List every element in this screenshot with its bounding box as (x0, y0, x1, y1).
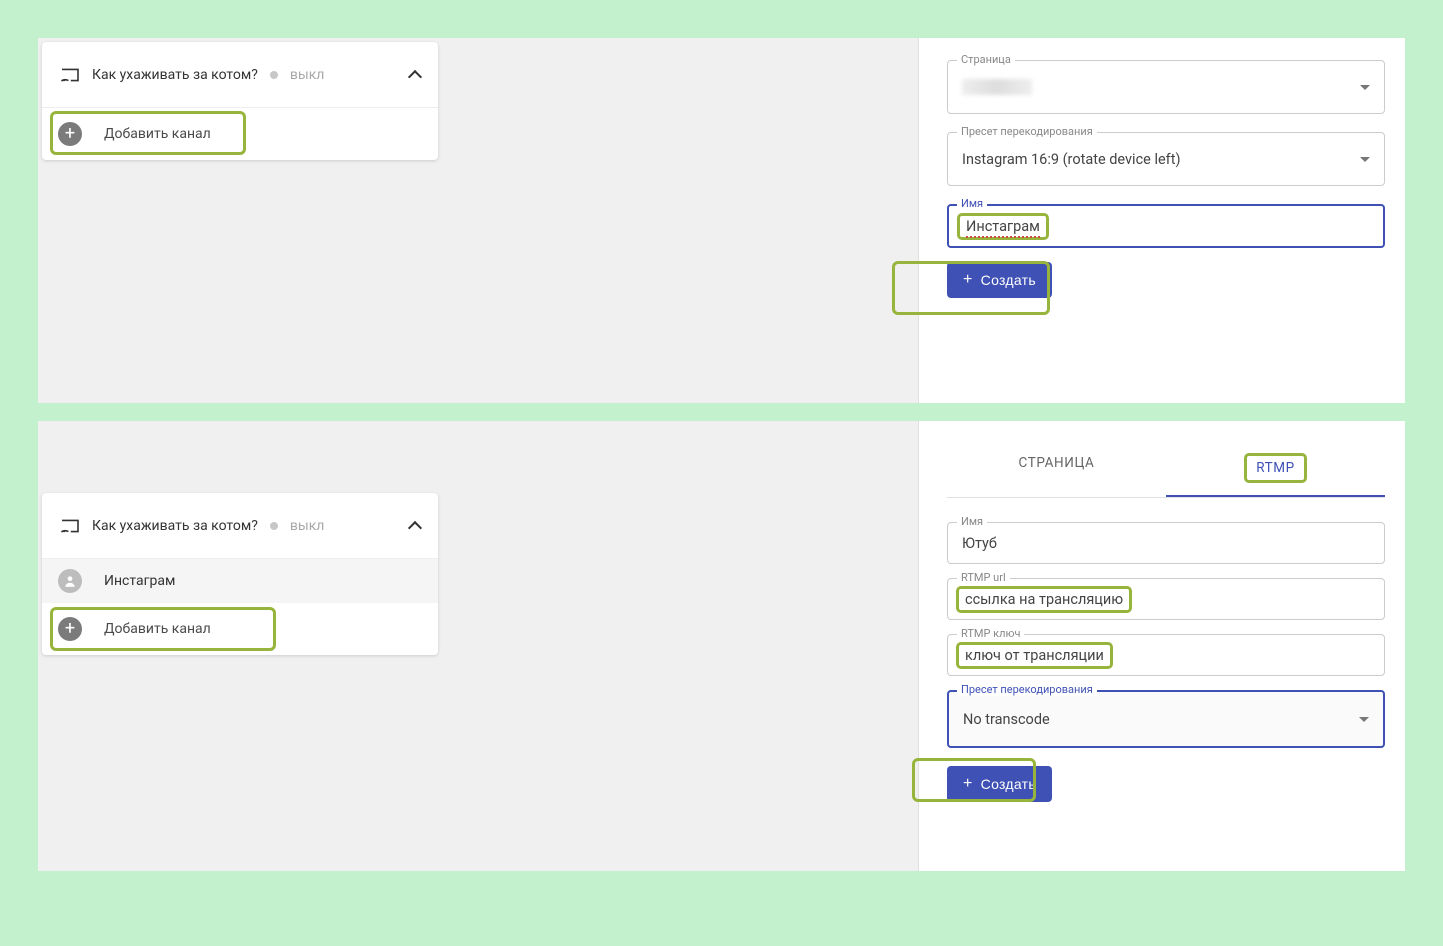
rtmp-key-highlight: ключ от трансляции (956, 642, 1113, 669)
name-input-label: Имя (957, 197, 987, 210)
status-text: выкл (290, 67, 398, 83)
preset-select-value: No transcode (963, 711, 1050, 728)
tab-rtmp[interactable]: RTMP (1166, 443, 1385, 497)
page-select-label: Страница (957, 53, 1015, 66)
name-input-label: Имя (957, 515, 987, 528)
preset-select[interactable]: Пресет перекодирования No transcode (947, 690, 1385, 748)
plus-icon: + (963, 272, 973, 288)
page-select[interactable]: Страница (947, 60, 1385, 114)
chevron-up-icon[interactable] (408, 520, 422, 534)
avatar-icon (58, 569, 82, 593)
rtmp-url-highlight: ссылка на трансляцию (956, 586, 1132, 613)
caret-down-icon (1360, 85, 1370, 90)
create-button[interactable]: + Создать (947, 262, 1052, 298)
plus-icon: + (58, 617, 82, 641)
add-channel-button[interactable]: + Добавить канал (42, 108, 438, 160)
preset-select-value: Instagram 16:9 (rotate device left) (962, 151, 1181, 168)
tab-page[interactable]: СТРАНИЦА (947, 443, 1166, 497)
cast-icon (60, 67, 80, 83)
stream-card: Как ухаживать за котом? выкл + Добавить … (42, 42, 438, 160)
name-input-value: Ютуб (962, 535, 997, 552)
status-dot-icon (270, 522, 278, 530)
create-button[interactable]: + Создать (947, 766, 1052, 802)
channel-row[interactable]: Инстаграм (42, 559, 438, 603)
add-channel-button[interactable]: + Добавить канал (42, 603, 438, 655)
caret-down-icon (1359, 717, 1369, 722)
status-dot-icon (270, 71, 278, 79)
add-channel-label: Добавить канал (104, 621, 211, 637)
rtmp-url-field[interactable]: RTMP url ссылка на трансляцию (947, 578, 1385, 620)
card-title: Как ухаживать за котом? (92, 518, 258, 534)
preset-select-label: Пресет перекодирования (957, 125, 1097, 138)
rtmp-key-field[interactable]: RTMP ключ ключ от трансляции (947, 634, 1385, 676)
plus-icon: + (963, 776, 973, 792)
card-header[interactable]: Как ухаживать за котом? выкл (42, 42, 438, 108)
create-button-label: Создать (981, 776, 1036, 792)
name-input-value[interactable]: Инстаграм (966, 218, 1040, 238)
name-input-field[interactable]: Имя Инстаграм (947, 204, 1385, 248)
chevron-up-icon[interactable] (408, 69, 422, 83)
plus-icon: + (58, 122, 82, 146)
rtmp-key-value: ключ от трансляции (965, 647, 1104, 664)
channel-name: Инстаграм (104, 573, 175, 589)
tabs: СТРАНИЦА RTMP (947, 443, 1385, 498)
create-button-label: Создать (981, 272, 1036, 288)
rtmp-url-value: ссылка на трансляцию (965, 591, 1123, 608)
caret-down-icon (1360, 157, 1370, 162)
rtmp-key-label: RTMP ключ (957, 627, 1024, 640)
preset-select-label: Пресет перекодирования (957, 683, 1097, 696)
stream-card: Как ухаживать за котом? выкл Инстаграм +… (42, 493, 438, 655)
page-select-value-blurred (962, 79, 1032, 95)
cast-icon (60, 518, 80, 534)
status-text: выкл (290, 518, 398, 534)
name-input-highlight: Инстаграм (957, 213, 1049, 240)
rtmp-url-label: RTMP url (957, 571, 1010, 584)
card-title: Как ухаживать за котом? (92, 67, 258, 83)
name-input-field[interactable]: Имя Ютуб (947, 522, 1385, 564)
add-channel-label: Добавить канал (104, 126, 211, 142)
tab-rtmp-highlight: RTMP (1244, 453, 1307, 483)
card-header[interactable]: Как ухаживать за котом? выкл (42, 493, 438, 559)
preset-select[interactable]: Пресет перекодирования Instagram 16:9 (r… (947, 132, 1385, 186)
